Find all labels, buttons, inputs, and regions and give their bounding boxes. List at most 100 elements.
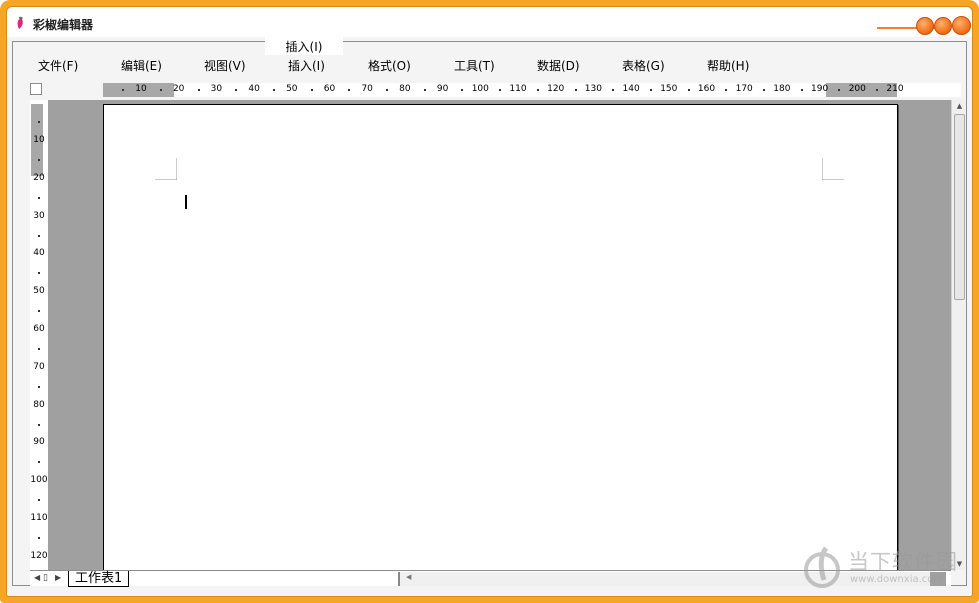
- hruler-tick-label: 40: [248, 84, 260, 94]
- vertical-scrollbar[interactable]: ▲ ▼: [951, 100, 966, 570]
- crop-mark-top-right: [822, 158, 844, 180]
- vruler-tick-label: 80: [33, 399, 45, 410]
- minimize-button[interactable]: [916, 17, 934, 35]
- vruler-tick-label: 100: [30, 475, 48, 486]
- vruler-tick-dot: [38, 461, 40, 464]
- sheet-split-handle-icon[interactable]: ▯: [43, 573, 48, 583]
- vruler-tick-dot: [38, 272, 40, 275]
- pepper-app-icon: [17, 16, 23, 29]
- hruler-tick-label: 160: [697, 84, 716, 94]
- document-canvas[interactable]: [48, 100, 951, 570]
- hruler-tick-dot: [348, 89, 351, 91]
- vruler-tick-dot: [38, 423, 40, 426]
- vruler-tick-label: 10: [33, 135, 45, 145]
- hruler-tick-label: 110: [509, 84, 527, 94]
- scroll-left-arrow[interactable]: ◀: [406, 573, 411, 581]
- sheet-prev-icon[interactable]: ◀: [34, 573, 40, 582]
- vruler-tick-label: 70: [33, 361, 45, 372]
- hruler-tick-dot: [272, 89, 275, 91]
- title-bar[interactable]: 彩椒编辑器: [7, 7, 972, 37]
- editor-frame: 文件(F) 编辑(E) 视图(V) 插入(I) 格式(O) 工具(T) 数据(D…: [12, 41, 967, 587]
- vruler-tick-label: 120: [30, 550, 48, 561]
- vruler-tick-label: 90: [33, 437, 45, 448]
- hruler-tick-dot: [574, 89, 577, 91]
- hruler-tick-label: 120: [547, 84, 565, 94]
- vruler-tick-label: 50: [33, 286, 45, 297]
- vruler-tick-label: 60: [33, 324, 45, 334]
- insert-tab-badge[interactable]: 插入(I): [265, 35, 343, 55]
- hruler-tick-dot: [725, 89, 728, 91]
- document-page[interactable]: [103, 104, 898, 570]
- horizontal-ruler[interactable]: 10 20 30 40 50 60 70 80 90 100 110 120 130 140 150 160 1…: [103, 83, 961, 97]
- hruler-tick-dot: [310, 89, 313, 91]
- watermark-site: www.downxia.com: [850, 574, 944, 585]
- vruler-tick-dot: [38, 310, 40, 313]
- crop-mark-top-left: [155, 158, 177, 180]
- text-caret: [185, 195, 187, 209]
- hruler-tick-label: 100: [471, 84, 489, 94]
- hruler-tick-label: 140: [622, 84, 640, 94]
- hruler-tick-label: 60: [323, 84, 336, 94]
- vruler-tick-dot: [38, 385, 40, 388]
- vruler-tick-dot: [38, 499, 40, 502]
- menu-edit[interactable]: 编辑(E): [121, 57, 162, 74]
- downxia-logo-icon: [804, 546, 840, 588]
- vruler-tick-dot: [38, 536, 40, 539]
- hruler-tick-label: 170: [735, 84, 753, 94]
- sheet-tab-1[interactable]: 工作表1: [68, 571, 130, 587]
- hruler-tick-label: 210: [886, 84, 904, 94]
- menu-data[interactable]: 数据(D): [537, 57, 580, 74]
- hruler-tick-label: 70: [361, 84, 373, 94]
- vruler-tick-label: 110: [30, 513, 48, 523]
- vertical-ruler[interactable]: 10 20 30 40 50 60 70 80 90 100 110 120: [30, 100, 48, 570]
- hruler-tick-dot: [536, 89, 539, 91]
- hruler-tick-label: 190: [811, 84, 829, 94]
- hruler-tick-dot: [649, 89, 652, 91]
- menu-view[interactable]: 视图(V): [204, 57, 246, 74]
- hruler-tick-label: 180: [773, 84, 791, 94]
- hruler-tick-label: 150: [660, 84, 678, 94]
- ruler-corner-box[interactable]: [30, 83, 42, 95]
- menu-format[interactable]: 格式(O): [368, 57, 411, 74]
- menu-tools[interactable]: 工具(T): [454, 57, 495, 74]
- hruler-tick-dot: [499, 89, 502, 91]
- hruler-tick-dot: [197, 89, 200, 91]
- hruler-tick-dot: [763, 89, 766, 91]
- vruler-tick-dot: [38, 347, 40, 350]
- hruler-tick-label: 130: [584, 84, 602, 94]
- vruler-tick-dot: [38, 234, 40, 237]
- hruler-tick-label: 30: [210, 84, 223, 94]
- watermark-brand: 当下软件园: [848, 550, 958, 574]
- hruler-tick-dot: [159, 89, 162, 91]
- window-title: 彩椒编辑器: [33, 18, 94, 32]
- hruler-tick-label: 80: [399, 84, 411, 94]
- hruler-tick-dot: [687, 89, 690, 91]
- menu-help[interactable]: 帮助(H): [707, 57, 749, 74]
- menu-insert[interactable]: 插入(I): [288, 57, 325, 74]
- app-window: 彩椒编辑器 文件(F) 编辑(E) 视图(V) 插入(I) 格式(O) 工具(T…: [0, 0, 979, 603]
- hruler-tick-dot: [612, 89, 615, 91]
- vruler-tick-dot: [38, 121, 40, 124]
- hruler-tick-dot: [423, 89, 426, 91]
- menu-table[interactable]: 表格(G): [622, 57, 665, 74]
- hruler-tick-dot: [461, 89, 464, 91]
- window-body: 彩椒编辑器 文件(F) 编辑(E) 视图(V) 插入(I) 格式(O) 工具(T…: [6, 6, 973, 597]
- menu-bar: 文件(F) 编辑(E) 视图(V) 插入(I) 格式(O) 工具(T) 数据(D…: [13, 52, 966, 76]
- vruler-tick-label: 40: [33, 248, 45, 259]
- watermark: 当下软件园 www.downxia.com: [802, 544, 972, 590]
- sheet-next-icon[interactable]: ▶: [55, 573, 61, 582]
- hruler-tick-dot: [876, 89, 879, 91]
- maximize-button[interactable]: [934, 17, 952, 35]
- vruler-tick-label: 20: [33, 172, 45, 183]
- close-button[interactable]: [952, 16, 971, 35]
- hruler-tick-label: 90: [436, 84, 449, 94]
- hruler-tick-label: 20: [172, 84, 185, 94]
- vruler-tick-label: 30: [33, 210, 45, 221]
- hruler-tick-dot: [122, 89, 125, 91]
- hruler-tick-label: 50: [286, 84, 298, 94]
- scroll-up-arrow[interactable]: ▲: [952, 100, 967, 112]
- hruler-tick-label: 200: [848, 84, 866, 94]
- vertical-scroll-thumb[interactable]: [954, 114, 965, 300]
- vruler-tick-dot: [38, 158, 40, 161]
- menu-file[interactable]: 文件(F): [38, 57, 78, 74]
